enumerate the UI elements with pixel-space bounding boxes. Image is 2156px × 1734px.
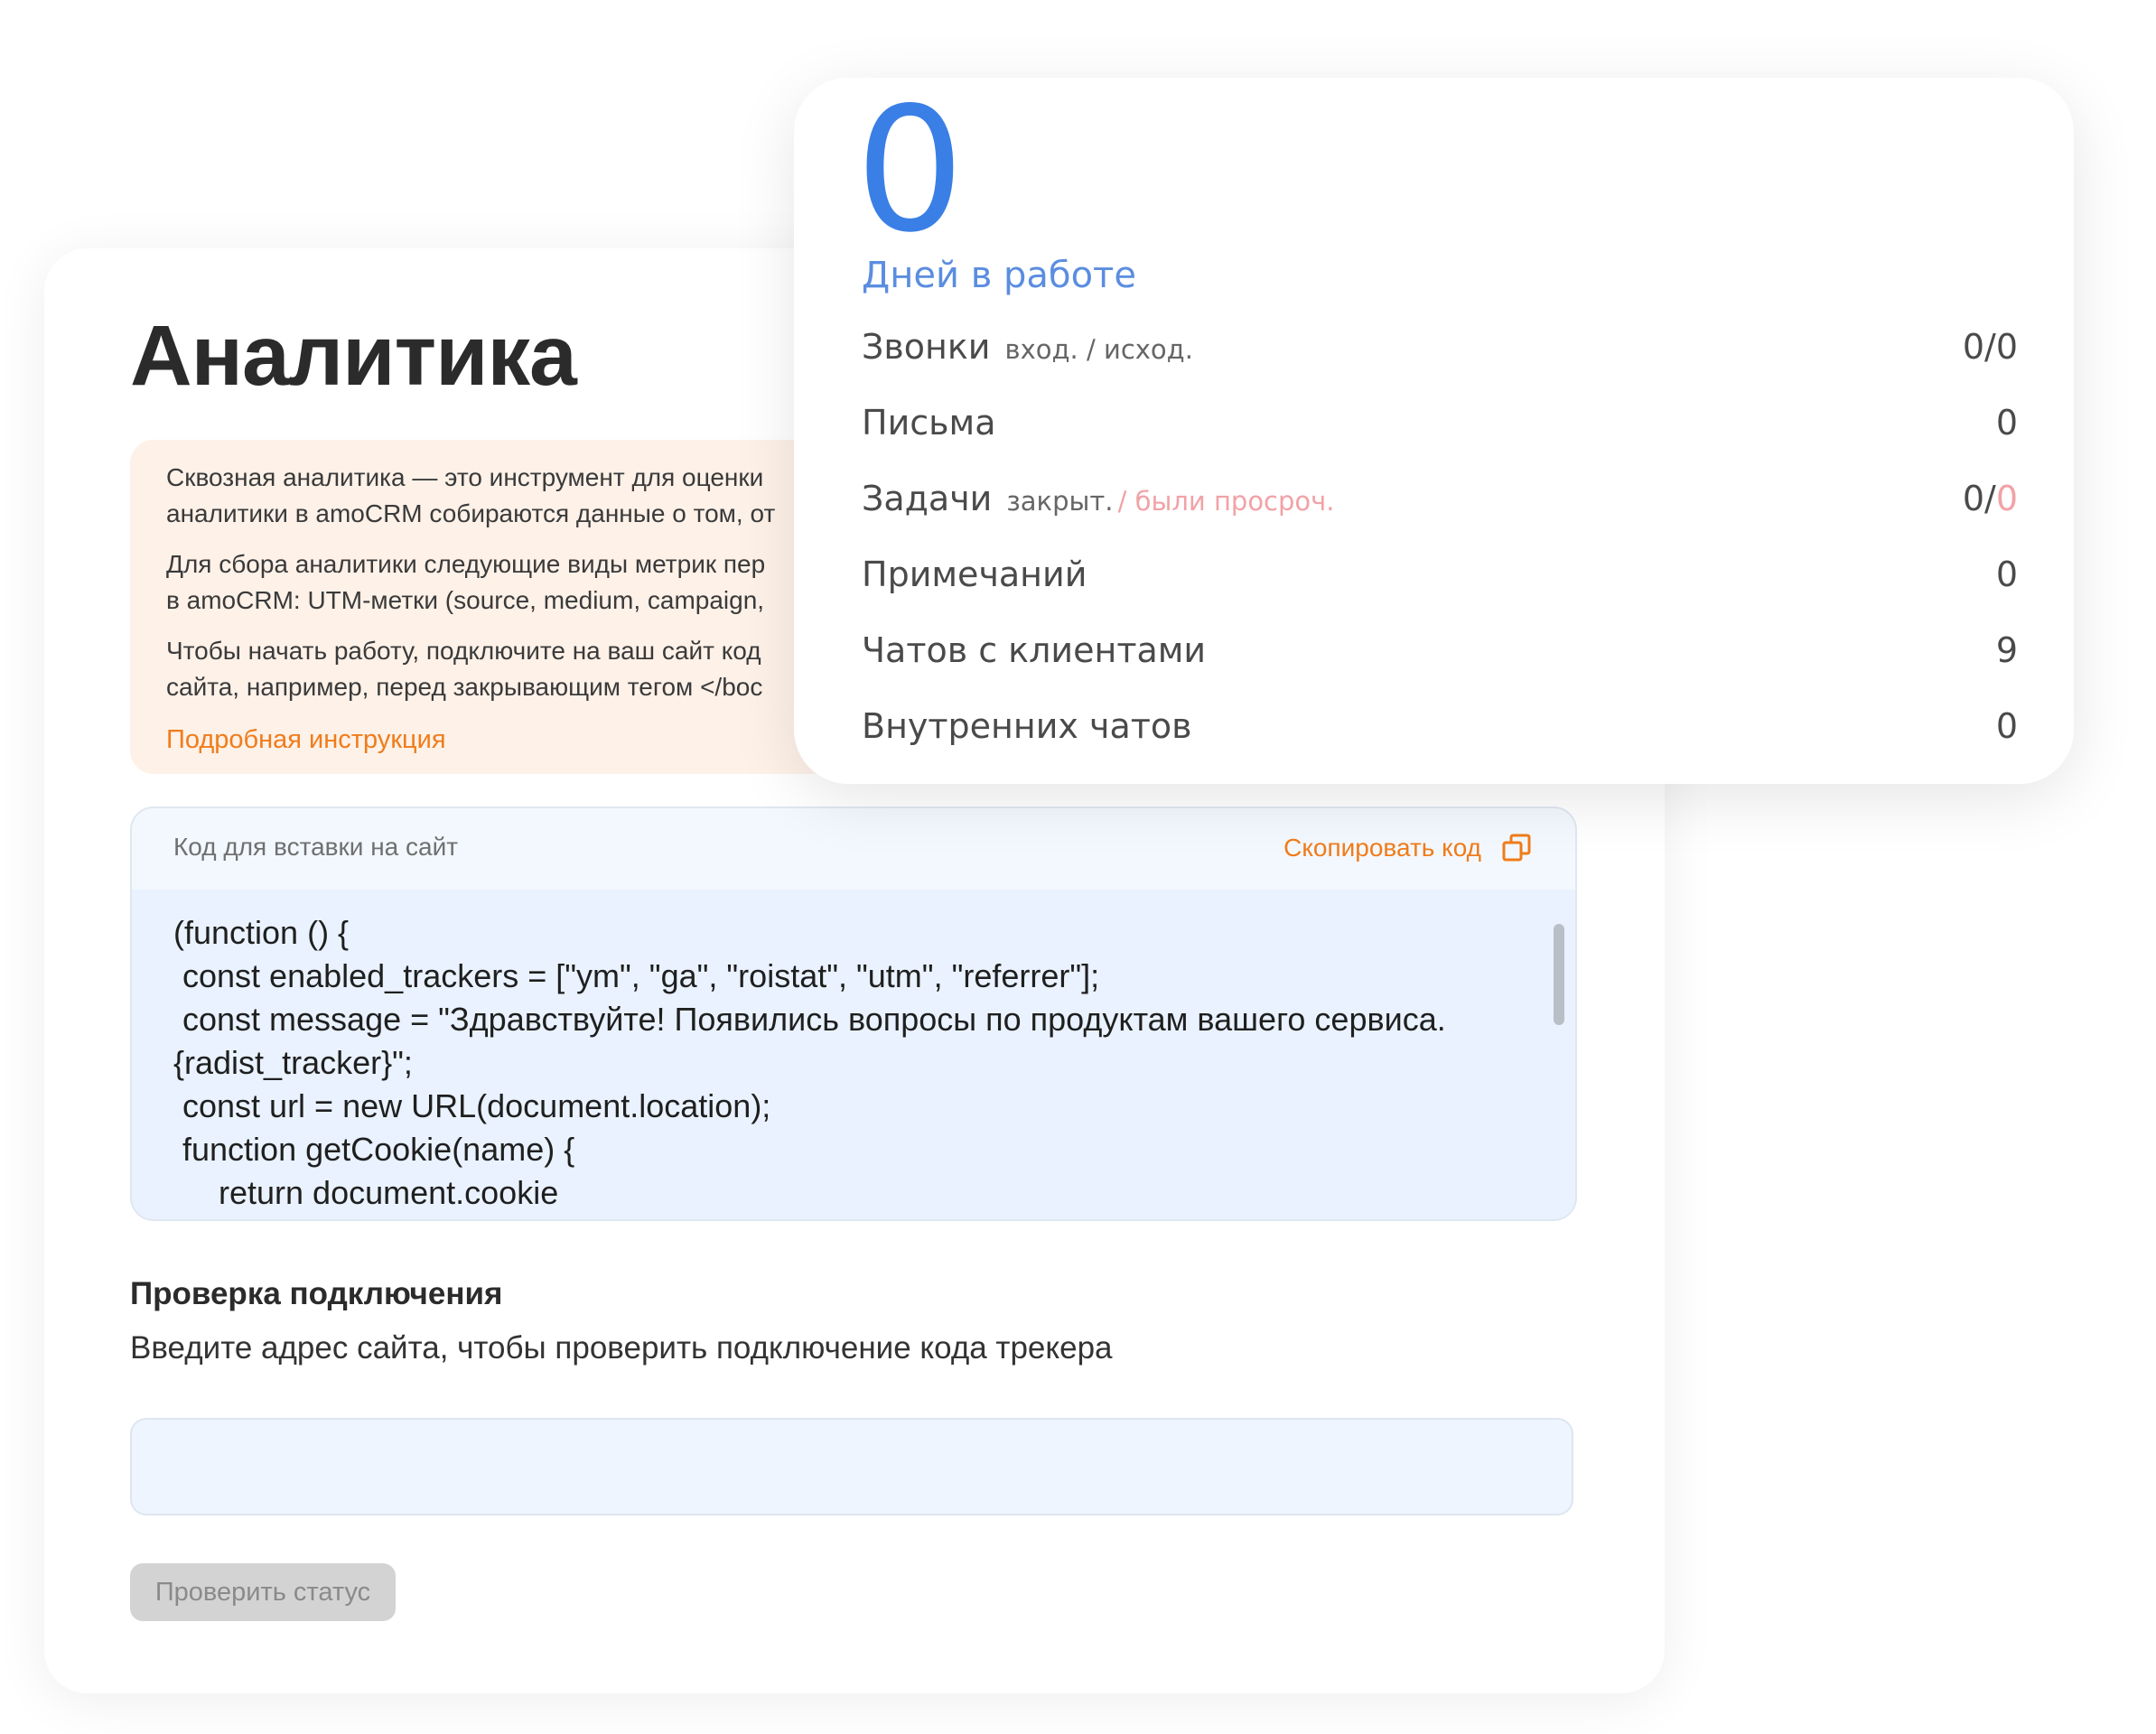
- stat-value: 0/0: [1962, 327, 2018, 367]
- stat-row-emails: Письма 0: [862, 403, 2018, 453]
- info-paragraph-3: Чтобы начать работу, подключите на ваш с…: [166, 633, 762, 705]
- info-paragraph-1: Сквозная аналитика — это инструмент для …: [166, 460, 775, 532]
- code-snippet-box: Код для вставки на сайт Скопировать код …: [130, 806, 1577, 1221]
- copy-code-label: Скопировать код: [1283, 834, 1481, 862]
- stat-row-client-chats: Чатов с клиентами 9: [862, 630, 2018, 681]
- info-paragraph-1-line-2: аналитики в amoCRM собираются данные о т…: [166, 499, 776, 527]
- days-in-work-value: 0: [855, 70, 965, 270]
- info-paragraph-2-line-2: в amoCRM: UTM-метки (source, medium, cam…: [166, 586, 765, 614]
- instructions-link[interactable]: Подробная инструкция: [166, 725, 446, 755]
- code-snippet-header: Код для вставки на сайт Скопировать код: [132, 808, 1575, 890]
- site-url-input[interactable]: [130, 1418, 1573, 1515]
- code-line: const enabled_trackers = ["ym", "ga", "r…: [173, 957, 1100, 994]
- stat-sublabel: закрыт.: [1006, 486, 1114, 517]
- stat-label: Чатов с клиентами: [862, 630, 1207, 670]
- stat-value-closed: 0/: [1962, 479, 1996, 518]
- stat-value: 0: [1995, 555, 2018, 594]
- code-line: const message = "Здравствуйте! Появились…: [173, 1001, 1446, 1038]
- stat-row-calls: Звонки вход. / исход. 0/0: [862, 327, 2018, 378]
- stat-value: 9: [1995, 630, 2018, 670]
- stat-sublabel: вход. / исход.: [1004, 334, 1193, 365]
- code-line: return document.cookie: [173, 1174, 559, 1209]
- days-in-work-label: Дней в работе: [862, 255, 1136, 296]
- info-paragraph-3-line-1: Чтобы начать работу, подключите на ваш с…: [166, 637, 761, 665]
- stat-row-tasks: Задачи закрыт. / были просроч. 0/0: [862, 479, 2018, 529]
- info-paragraph-3-line-2: сайта, например, перед закрывающим тегом…: [166, 673, 763, 701]
- code-snippet-title: Код для вставки на сайт: [173, 833, 459, 861]
- stat-label: Задачи: [862, 479, 993, 518]
- info-paragraph-2: Для сбора аналитики следующие виды метри…: [166, 546, 765, 619]
- connection-check-description: Введите адрес сайта, чтобы проверить под…: [130, 1330, 1113, 1366]
- screen: Аналитика Сквозная аналитика — это инстр…: [0, 0, 2156, 1734]
- copy-code-button[interactable]: Скопировать код: [1283, 830, 1532, 866]
- stat-value: 0: [1995, 403, 2018, 443]
- copy-icon: [1502, 834, 1531, 862]
- code-snippet-body[interactable]: (function () { const enabled_trackers = …: [173, 911, 1537, 1209]
- info-paragraph-2-line-1: Для сбора аналитики следующие виды метри…: [166, 550, 766, 578]
- info-paragraph-1-line-1: Сквозная аналитика — это инструмент для …: [166, 463, 764, 491]
- stat-value-overdue: 0: [1995, 479, 2018, 518]
- check-status-button[interactable]: Проверить статус: [130, 1563, 396, 1621]
- code-scrollbar[interactable]: [1554, 924, 1564, 1025]
- stat-label: Звонки: [862, 327, 991, 367]
- page-title: Аналитика: [130, 308, 577, 404]
- stat-label: Примечаний: [862, 555, 1087, 594]
- stat-value: 0: [1995, 706, 2018, 746]
- code-line: function getCookie(name) {: [173, 1131, 575, 1168]
- stat-label: Письма: [862, 403, 996, 443]
- connection-check-title: Проверка подключения: [130, 1276, 503, 1311]
- code-line: {radist_tracker}";: [173, 1044, 413, 1081]
- code-line: (function () {: [173, 914, 350, 951]
- stats-card: 0 Дней в работе Звонки вход. / исход. 0/…: [794, 78, 2074, 784]
- stat-label: Внутренних чатов: [862, 706, 1192, 746]
- stat-row-internal-chats: Внутренних чатов 0: [862, 706, 2018, 757]
- stat-value: 0/0: [1963, 479, 2018, 518]
- stat-sublabel-overdue: / были просроч.: [1117, 486, 1335, 517]
- code-line: const url = new URL(document.location);: [173, 1087, 771, 1124]
- stat-row-notes: Примечаний 0: [862, 555, 2018, 605]
